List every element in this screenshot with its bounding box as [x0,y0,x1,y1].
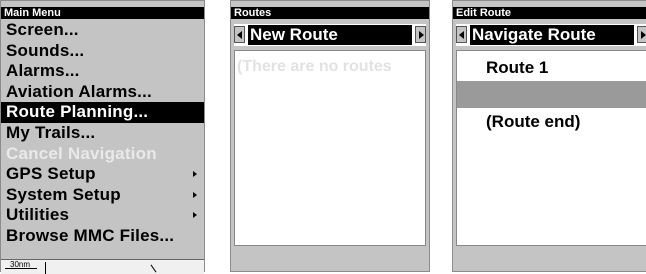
menu-item-aviation-alarms[interactable]: Aviation Alarms... [1,82,204,103]
arrow-right-icon [641,31,646,39]
menu-item-label: Sounds... [6,40,85,60]
arrow-left-icon [237,31,242,39]
menu-item-label: Route Planning... [6,102,149,122]
route-end-row[interactable]: (Route end) [457,108,646,135]
menu-item-sounds[interactable]: Sounds... [1,41,204,62]
menu-item-label: Alarms... [6,61,80,81]
map-line [150,264,157,273]
map-line [45,262,46,274]
submenu-arrow-icon [193,171,197,178]
edit-route-title: Edit Route [453,7,646,19]
menu-item-system-setup[interactable]: System Setup [1,185,204,206]
arrow-right-icon [419,31,424,39]
main-menu-list: Screen... Sounds... Alarms... Aviation A… [1,20,204,247]
routes-empty-message: (There are no routes [237,58,392,75]
menu-item-browse-mmc-files[interactable]: Browse MMC Files... [1,226,204,247]
selector-right-button[interactable] [415,26,426,43]
edit-route-panel: Edit Route Navigate Route Route 1 (Route… [452,0,646,272]
main-menu-title: Main Menu [1,7,204,19]
routes-list[interactable]: (There are no routes [234,50,426,246]
menu-item-label: Cancel Navigation [6,143,157,163]
routes-panel: Routes New Route (There are no routes [230,0,430,272]
menu-item-label: GPS Setup [6,164,96,184]
main-menu-panel: Main Menu Screen... Sounds... Alarms... … [0,0,205,274]
submenu-arrow-icon [193,191,197,198]
edit-route-waypoint-list: Route 1 (Route end) [456,50,646,246]
menu-item-label: System Setup [6,184,121,204]
selector-right-button[interactable] [637,26,646,43]
edit-route-selector[interactable]: Navigate Route [456,24,646,46]
selector-left-button[interactable] [456,26,467,43]
submenu-arrow-icon [193,212,197,219]
menu-item-label: Utilities [6,205,70,225]
menu-item-route-planning[interactable]: Route Planning... [1,102,204,123]
menu-item-label: My Trails... [6,122,96,142]
selector-left-button[interactable] [234,26,245,43]
selected-blank-row[interactable] [457,81,646,108]
edit-route-selector-value: Navigate Route [470,25,634,45]
menu-item-label: Screen... [6,20,79,39]
menu-item-gps-setup[interactable]: GPS Setup [1,164,204,185]
menu-item-alarms[interactable]: Alarms... [1,61,204,82]
routes-selector[interactable]: New Route [234,24,426,46]
menu-item-utilities[interactable]: Utilities [1,205,204,226]
menu-item-label: Browse MMC Files... [6,225,175,245]
menu-item-screen[interactable]: Screen... [1,20,204,41]
routes-title: Routes [231,7,429,19]
arrow-left-icon [459,31,464,39]
route-name-row[interactable]: Route 1 [457,54,646,81]
menu-item-my-trails[interactable]: My Trails... [1,123,204,144]
menu-item-label: Aviation Alarms... [6,81,152,101]
menu-item-cancel-navigation: Cancel Navigation [1,144,204,165]
routes-selector-value: New Route [248,25,412,45]
map-line [5,268,37,269]
